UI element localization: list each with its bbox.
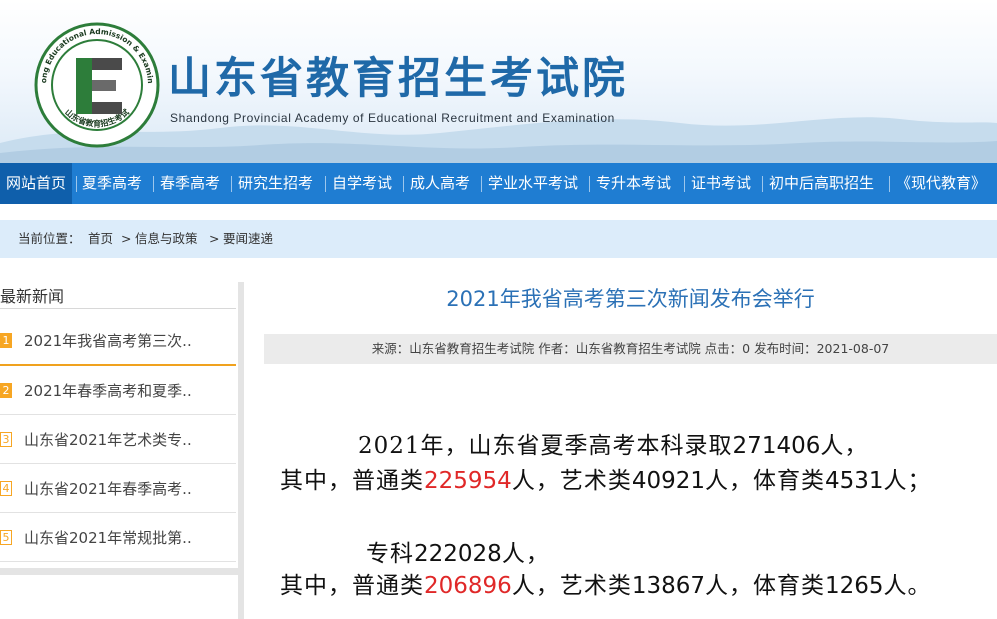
nav-divider <box>684 176 685 192</box>
nav-item-home[interactable]: 网站首页 <box>0 163 72 204</box>
news-item-title[interactable]: 山东省2021年春季高考.. <box>24 478 192 499</box>
nav-item-certificate-exam[interactable]: 证书考试 <box>691 163 751 204</box>
nav-divider <box>589 176 590 192</box>
main-nav: 网站首页 夏季高考 春季高考 研究生招考 自学考试 成人高考 学业水平考试 专升… <box>0 163 997 204</box>
nav-item-proficiency-exam[interactable]: 学业水平考试 <box>488 163 578 204</box>
nav-divider <box>325 176 326 192</box>
line-text: 人。 <box>883 573 932 599</box>
line-text: 其中，普通类 <box>280 468 424 494</box>
sidebar-news-item[interactable]: 5 山东省2021年常规批第.. <box>0 513 236 562</box>
breadcrumb-news[interactable]: 要闻速递 <box>223 220 273 258</box>
nav-item-graduate-exam[interactable]: 研究生招考 <box>238 163 313 204</box>
line-text: 其中，普通类 <box>280 573 424 599</box>
news-item-title[interactable]: 2021年我省高考第三次.. <box>24 330 192 351</box>
nav-divider <box>76 176 77 192</box>
academy-logo: Shandong Educational Admission & Examina… <box>34 22 160 148</box>
news-rank-badge: 5 <box>0 530 12 545</box>
breadcrumb-prefix: 当前位置： <box>18 231 81 246</box>
nav-item-upgrade-exam[interactable]: 专升本考试 <box>596 163 671 204</box>
stat-number: 40921 <box>631 468 705 494</box>
line-text: 人； <box>883 468 932 494</box>
nav-item-spring-exam[interactable]: 春季高考 <box>160 163 220 204</box>
news-rank-badge: 1 <box>0 333 12 348</box>
stat-number: 13867 <box>631 573 705 599</box>
nav-divider <box>889 176 890 192</box>
breadcrumb-separator: > <box>121 231 132 246</box>
article-line-3: 专科222028人， <box>366 534 550 568</box>
sidebar-divider <box>238 282 244 619</box>
highlight-number: 225954 <box>424 468 512 494</box>
nav-divider <box>403 176 404 192</box>
news-item-title[interactable]: 山东省2021年常规批第.. <box>24 527 192 548</box>
line-text: 人，体育类 <box>704 468 825 494</box>
sidebar-news-item[interactable]: 4 山东省2021年春季高考.. <box>0 464 236 513</box>
breadcrumb-policy[interactable]: 信息与政策 <box>135 220 198 258</box>
line-text: 人，艺术类 <box>511 468 632 494</box>
site-header: Shandong Educational Admission & Examina… <box>0 0 997 163</box>
breadcrumb-home[interactable]: 首页 <box>88 220 113 258</box>
stat-number: 222028 <box>414 541 502 567</box>
line-text: 2021年，山东省夏季高考本科录取 <box>358 433 733 459</box>
nav-divider <box>153 176 154 192</box>
letter-e-icon <box>76 58 122 114</box>
sidebar-title: 最新新闻 <box>0 287 65 306</box>
breadcrumb: 当前位置： 首页 > 信息与政策 > 要闻速递 <box>0 220 997 258</box>
sidebar-news-item[interactable]: 1 2021年我省高考第三次.. <box>0 316 236 366</box>
line-text: 人， <box>820 433 869 459</box>
nav-item-summer-exam[interactable]: 夏季高考 <box>82 163 142 204</box>
breadcrumb-separator: > <box>209 231 220 246</box>
article-line-4: 其中，普通类206896人，艺术类13867人，体育类1265人。 <box>280 566 932 600</box>
site-subtitle: Shandong Provincial Academy of Education… <box>170 111 615 125</box>
stat-number: 1265 <box>824 573 884 599</box>
nav-item-self-study-exam[interactable]: 自学考试 <box>332 163 392 204</box>
nav-item-modern-education[interactable]: 《现代教育》 <box>896 163 986 204</box>
article-line-1: 2021年，山东省夏季高考本科录取271406人， <box>358 426 868 460</box>
line-text: 人， <box>501 541 550 567</box>
article-meta: 来源：山东省教育招生考试院 作者：山东省教育招生考试院 点击：0 发布时间：20… <box>264 334 997 364</box>
highlight-number: 206896 <box>424 573 512 599</box>
stat-number: 271406 <box>732 433 821 459</box>
article-line-2: 其中，普通类225954人，艺术类40921人，体育类4531人； <box>280 461 932 495</box>
line-text: 人，体育类 <box>704 573 825 599</box>
sidebar-news-item[interactable]: 2 2021年春季高考和夏季.. <box>0 366 236 415</box>
news-rank-badge: 2 <box>0 383 12 398</box>
sidebar-news-item[interactable]: 3 山东省2021年艺术类专.. <box>0 415 236 464</box>
nav-divider <box>481 176 482 192</box>
stat-number: 4531 <box>824 468 884 494</box>
sidebar-title-underline <box>0 308 236 309</box>
news-item-title[interactable]: 2021年春季高考和夏季.. <box>24 380 192 401</box>
line-text: 人，艺术类 <box>511 573 632 599</box>
site-title: 山东省教育招生考试院 <box>168 54 628 104</box>
news-item-title[interactable]: 山东省2021年艺术类专.. <box>24 429 192 450</box>
news-rank-badge: 3 <box>0 432 12 447</box>
line-text: 专科 <box>366 541 414 567</box>
article-title: 2021年我省高考第三次新闻发布会举行 <box>446 287 815 311</box>
sidebar-bottom-bar <box>0 568 238 575</box>
nav-item-adult-exam[interactable]: 成人高考 <box>410 163 470 204</box>
news-rank-badge: 4 <box>0 481 12 496</box>
nav-item-vocational-admission[interactable]: 初中后高职招生 <box>769 163 874 204</box>
nav-divider <box>762 176 763 192</box>
nav-divider <box>231 176 232 192</box>
